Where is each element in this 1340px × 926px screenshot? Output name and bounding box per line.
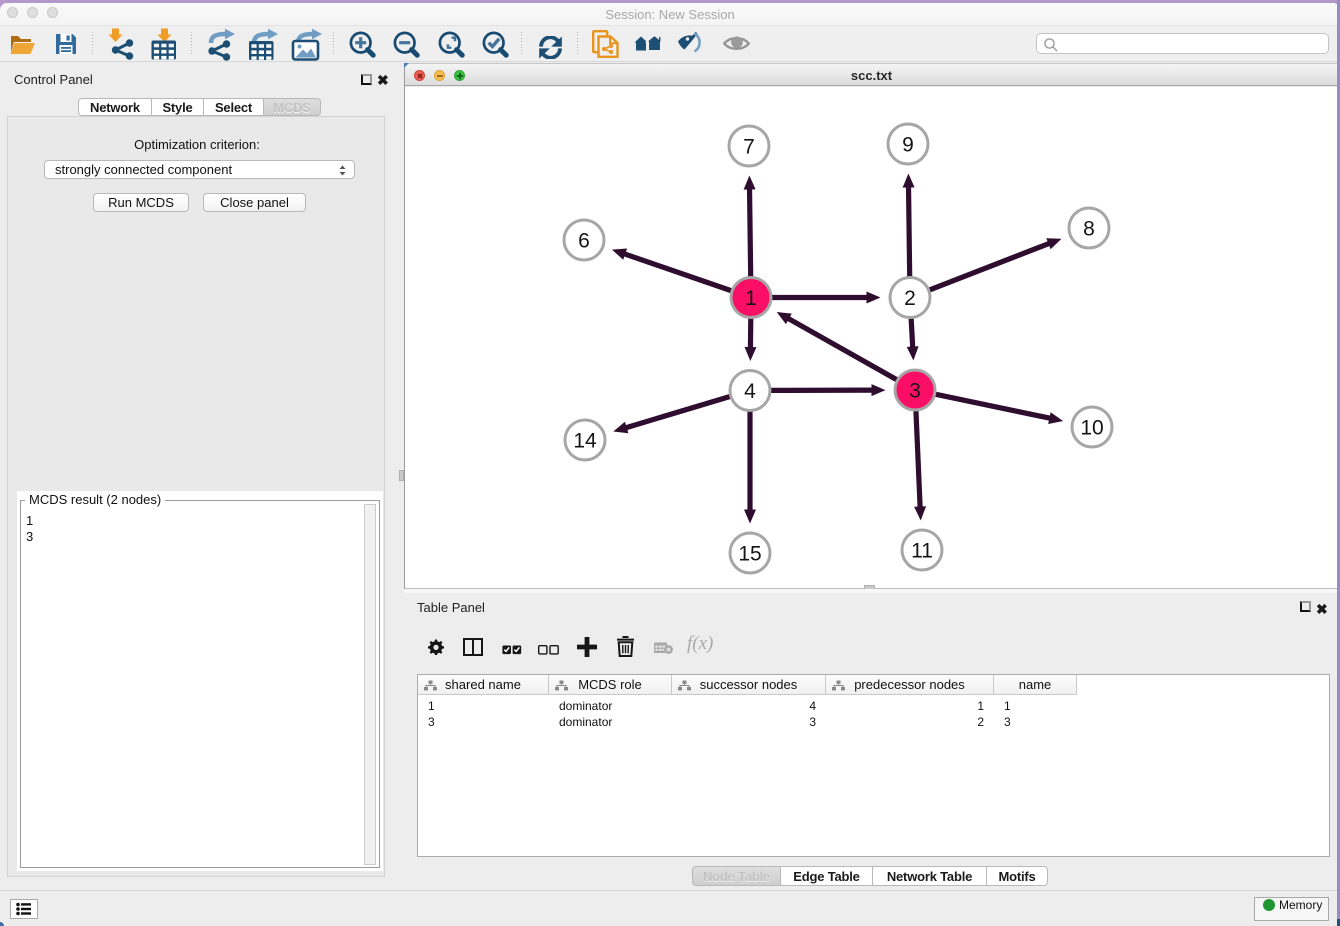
svg-text:7: 7 xyxy=(743,136,755,159)
svg-text:10: 10 xyxy=(1080,417,1103,440)
svg-text:9: 9 xyxy=(902,134,914,157)
svg-text:1: 1 xyxy=(745,287,757,310)
svg-text:2: 2 xyxy=(904,287,916,310)
svg-text:4: 4 xyxy=(744,380,756,403)
svg-text:6: 6 xyxy=(578,230,590,253)
svg-text:3: 3 xyxy=(909,380,921,403)
svg-text:11: 11 xyxy=(911,540,933,563)
svg-text:8: 8 xyxy=(1083,218,1095,241)
svg-text:14: 14 xyxy=(573,430,597,453)
svg-text:15: 15 xyxy=(738,543,761,566)
